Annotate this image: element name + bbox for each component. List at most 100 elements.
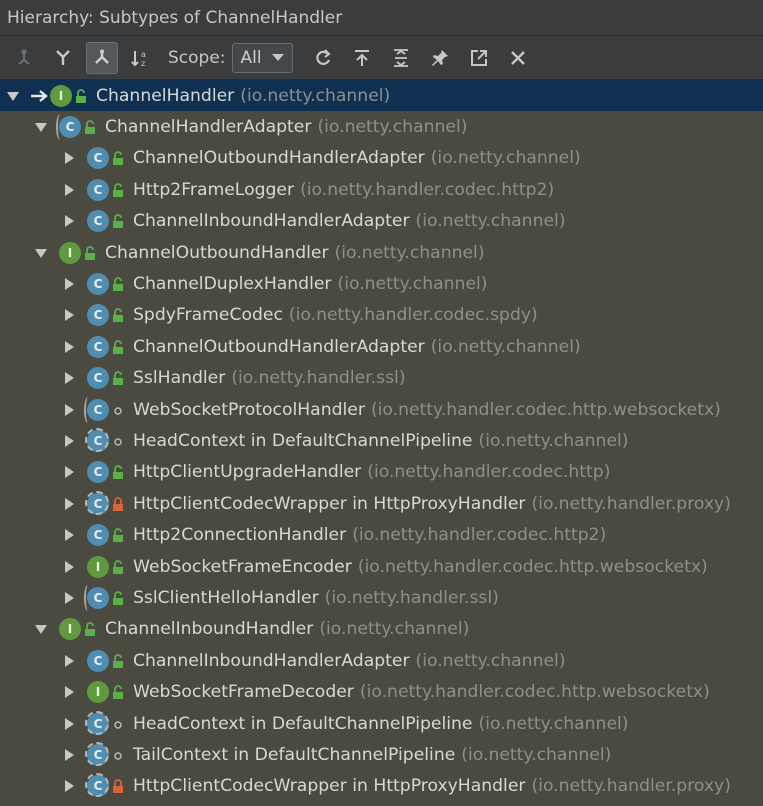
subtypes-hierarchy-button[interactable]	[47, 42, 79, 74]
tree-row[interactable]: C TailContext in DefaultChannelPipeline (i…	[0, 739, 763, 770]
open-in-new-window-button[interactable]	[463, 42, 495, 74]
tree-row[interactable]: C Http2FrameLogger (io.netty.handler.codec…	[0, 174, 763, 205]
collapsed-arrow-icon[interactable]	[62, 403, 76, 417]
type-icons: C	[85, 773, 124, 798]
public-unlocked-icon	[84, 120, 96, 135]
collapsed-arrow-icon[interactable]	[62, 183, 76, 197]
close-button[interactable]	[502, 42, 534, 74]
collapsed-arrow-icon[interactable]	[62, 214, 76, 228]
tree-row[interactable]: C Http2ConnectionHandler (io.netty.handler…	[0, 519, 763, 550]
tree-row[interactable]: C ChannelDuplexHandler (io.netty.channel)	[0, 268, 763, 299]
tree-row[interactable]: C HttpClientUpgradeHandler (io.netty.handl…	[0, 457, 763, 488]
type-icons: C	[85, 710, 124, 735]
svg-text:a: a	[141, 50, 146, 59]
tree-row[interactable]: I ChannelHandler (io.netty.channel)	[0, 80, 763, 112]
class-hierarchy-button[interactable]	[86, 41, 118, 74]
supertypes-hierarchy-button[interactable]	[8, 42, 40, 74]
interface-icon: I	[87, 681, 109, 704]
collapsed-arrow-icon[interactable]	[62, 277, 76, 291]
package-private-dot-icon	[112, 717, 124, 731]
tree-row[interactable]: I ChannelInboundHandler (io.netty.channel)	[0, 614, 763, 645]
hierarchy-tree[interactable]: I ChannelHandler (io.netty.channel) C Channe…	[0, 80, 763, 802]
package-name: (io.netty.handler.codec.http.websocketx)	[370, 399, 721, 420]
class-icon: C	[87, 524, 109, 547]
tree-row[interactable]: C ChannelOutboundHandlerAdapter (io.netty.…	[0, 143, 763, 174]
collapsed-arrow-icon[interactable]	[62, 371, 76, 385]
expanded-arrow-icon[interactable]	[6, 89, 20, 103]
type-icons: C	[87, 210, 124, 233]
package-name: (io.netty.handler.codec.http.websocketx)	[357, 556, 708, 577]
tree-row[interactable]: C HttpClientCodecWrapper in HttpProxyHand…	[0, 771, 763, 802]
collapsed-arrow-icon[interactable]	[62, 308, 76, 322]
refresh-button[interactable]	[307, 42, 339, 74]
public-unlocked-icon	[112, 339, 124, 354]
type-icons: C	[56, 114, 96, 141]
collapsed-arrow-icon[interactable]	[62, 591, 76, 605]
pin-tab-button[interactable]	[424, 42, 456, 74]
collapsed-arrow-icon[interactable]	[62, 717, 76, 731]
type-name: HeadContext in DefaultChannelPipeline	[133, 713, 473, 734]
package-name: (io.netty.channel)	[240, 85, 391, 106]
collapsed-arrow-icon[interactable]	[62, 434, 76, 448]
type-icons: C	[87, 649, 124, 672]
tree-row[interactable]: C ChannelInboundHandlerAdapter (io.netty.c…	[0, 645, 763, 676]
tree-row[interactable]: C WebSocketProtocolHandler (io.netty.handl…	[0, 394, 763, 425]
type-icons: I	[87, 681, 124, 704]
collapsed-arrow-icon[interactable]	[62, 340, 76, 354]
package-name: (io.netty.channel)	[334, 242, 485, 263]
type-name: Http2FrameLogger	[133, 179, 295, 200]
public-unlocked-icon	[112, 371, 124, 386]
private-lock-icon	[112, 779, 124, 794]
collapsed-arrow-icon[interactable]	[62, 748, 76, 762]
base-on-this-class-button[interactable]	[346, 42, 378, 74]
expanded-arrow-icon[interactable]	[34, 120, 48, 134]
tree-row[interactable]: C SpdyFrameCodec (io.netty.handler.codec.s…	[0, 300, 763, 331]
package-name: (io.netty.channel)	[430, 336, 581, 357]
type-name: ChannelInboundHandler	[105, 619, 314, 640]
external-link-icon	[470, 49, 487, 66]
collapsed-arrow-icon[interactable]	[62, 151, 76, 165]
class-icon: C	[87, 273, 109, 296]
type-icons: C	[87, 367, 124, 390]
tree-row[interactable]: C HeadContext in DefaultChannelPipeline (i…	[0, 708, 763, 739]
scope-dropdown[interactable]: All	[231, 42, 293, 73]
expand-all-button[interactable]	[385, 42, 417, 74]
class-icon: C	[87, 367, 109, 390]
tree-row[interactable]: C SslHandler (io.netty.handler.ssl)	[0, 363, 763, 394]
package-name: (io.netty.channel)	[415, 211, 566, 232]
tree-row[interactable]: C HeadContext in DefaultChannelPipeline (i…	[0, 425, 763, 456]
collapsed-arrow-icon[interactable]	[62, 497, 76, 511]
tree-row[interactable]: I WebSocketFrameEncoder (io.netty.handler.…	[0, 551, 763, 582]
type-icons: C	[87, 524, 124, 547]
type-icons: I	[30, 84, 87, 107]
sort-alphabetically-button[interactable]: a z	[125, 42, 157, 74]
package-name: (io.netty.channel)	[337, 274, 488, 295]
type-icons: C	[87, 178, 124, 201]
svg-text:z: z	[141, 59, 145, 68]
hierarchy-title: Hierarchy: Subtypes of ChannelHandler	[7, 7, 343, 28]
collapsed-arrow-icon[interactable]	[62, 685, 76, 699]
tree-row[interactable]: C HttpClientCodecWrapper in HttpProxyHand…	[0, 488, 763, 519]
inner-class-icon: C	[85, 427, 109, 452]
collapsed-arrow-icon[interactable]	[62, 779, 76, 793]
tree-row[interactable]: C ChannelInboundHandlerAdapter (io.netty.c…	[0, 206, 763, 237]
public-unlocked-icon	[112, 653, 124, 668]
package-name: (io.netty.channel)	[461, 744, 612, 765]
collapsed-arrow-icon[interactable]	[62, 560, 76, 574]
collapsed-arrow-icon[interactable]	[62, 528, 76, 542]
expanded-arrow-icon[interactable]	[34, 622, 48, 636]
collapsed-arrow-icon[interactable]	[62, 654, 76, 668]
collapsed-arrow-icon[interactable]	[62, 465, 76, 479]
package-name: (io.netty.channel)	[319, 619, 470, 640]
tree-row[interactable]: C SslClientHelloHandler (io.netty.handler.…	[0, 582, 763, 613]
tree-row[interactable]: C ChannelHandlerAdapter (io.netty.channel)	[0, 111, 763, 142]
type-icons: C	[85, 490, 124, 515]
tree-row[interactable]: I WebSocketFrameDecoder (io.netty.handler.…	[0, 676, 763, 707]
tree-row[interactable]: C ChannelOutboundHandlerAdapter (io.netty.…	[0, 331, 763, 362]
tree-row[interactable]: I ChannelOutboundHandler (io.netty.channel…	[0, 237, 763, 268]
class-icon: C	[87, 649, 109, 672]
pin-icon	[431, 49, 448, 66]
type-name: HttpClientCodecWrapper in HttpProxyHandl…	[133, 493, 526, 514]
type-name: HttpClientCodecWrapper in HttpProxyHandl…	[133, 776, 526, 797]
expanded-arrow-icon[interactable]	[34, 246, 48, 260]
